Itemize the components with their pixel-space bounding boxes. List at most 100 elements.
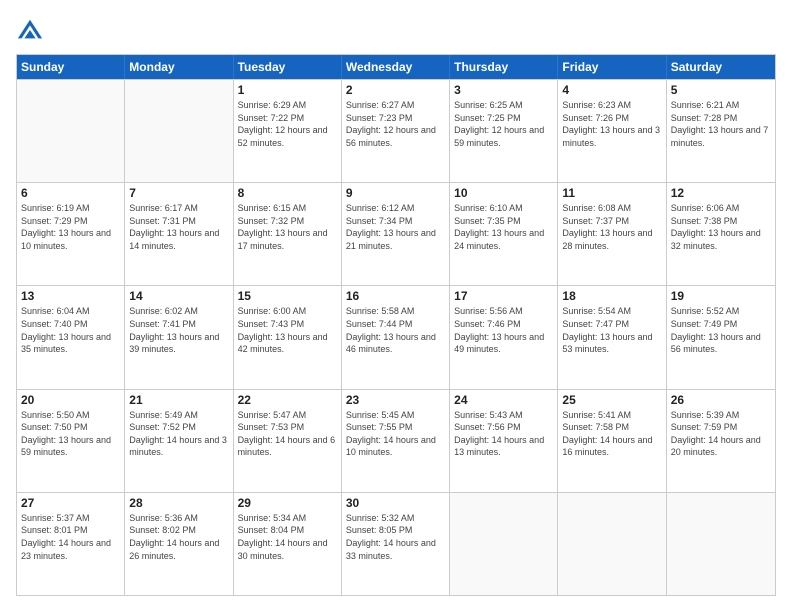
day-number: 13: [21, 289, 120, 303]
calendar-cell: 19Sunrise: 5:52 AMSunset: 7:49 PMDayligh…: [667, 286, 775, 388]
day-info: Sunrise: 5:34 AMSunset: 8:04 PMDaylight:…: [238, 513, 328, 561]
day-info: Sunrise: 5:37 AMSunset: 8:01 PMDaylight:…: [21, 513, 111, 561]
day-number: 20: [21, 393, 120, 407]
calendar-cell: 10 Sunrise: 6:10 AMSunset: 7:35 PMDayligh…: [450, 183, 558, 285]
day-number: 25: [562, 393, 661, 407]
day-number: 19: [671, 289, 771, 303]
day-info: Sunrise: 5:32 AMSunset: 8:05 PMDaylight:…: [346, 513, 436, 561]
calendar-cell: 20 Sunrise: 5:50 AMSunset: 7:50 PMDayligh…: [17, 390, 125, 492]
page: SundayMondayTuesdayWednesdayThursdayFrid…: [0, 0, 792, 612]
day-number: 30: [346, 496, 445, 510]
day-number: 16: [346, 289, 445, 303]
day-number: 22: [238, 393, 337, 407]
calendar-cell: 12 Sunrise: 6:06 AMSunset: 7:38 PMDayligh…: [667, 183, 775, 285]
calendar-week-3: 13 Sunrise: 6:04 AMSunset: 7:40 PMDayligh…: [17, 285, 775, 388]
day-header-sunday: Sunday: [17, 55, 125, 79]
day-number: 28: [129, 496, 228, 510]
day-number: 7: [129, 186, 228, 200]
day-number: 15: [238, 289, 337, 303]
calendar-body: 1Sunrise: 6:29 AMSunset: 7:22 PMDaylight…: [17, 79, 775, 595]
day-number: 29: [238, 496, 337, 510]
header: [16, 16, 776, 44]
day-number: 27: [21, 496, 120, 510]
day-info: Sunrise: 5:50 AMSunset: 7:50 PMDaylight:…: [21, 410, 111, 458]
day-info: Sunrise: 6:04 AMSunset: 7:40 PMDaylight:…: [21, 306, 111, 354]
calendar-cell: 21 Sunrise: 5:49 AMSunset: 7:52 PMDayligh…: [125, 390, 233, 492]
day-info: Sunrise: 6:10 AMSunset: 7:35 PMDaylight:…: [454, 203, 544, 251]
calendar-cell: 1Sunrise: 6:29 AMSunset: 7:22 PMDaylight…: [234, 80, 342, 182]
day-info: Sunrise: 5:56 AMSunset: 7:46 PMDaylight:…: [454, 306, 544, 354]
calendar-cell: 16 Sunrise: 5:58 AMSunset: 7:44 PMDayligh…: [342, 286, 450, 388]
calendar-cell: 8 Sunrise: 6:15 AMSunset: 7:32 PMDaylight…: [234, 183, 342, 285]
calendar-cell: 13 Sunrise: 6:04 AMSunset: 7:40 PMDayligh…: [17, 286, 125, 388]
calendar-cell: [558, 493, 666, 595]
calendar-cell: 11Sunrise: 6:08 AMSunset: 7:37 PMDayligh…: [558, 183, 666, 285]
calendar-cell: 6 Sunrise: 6:19 AMSunset: 7:29 PMDaylight…: [17, 183, 125, 285]
day-info: Sunrise: 6:15 AMSunset: 7:32 PMDaylight:…: [238, 203, 328, 251]
day-info: Sunrise: 6:00 AMSunset: 7:43 PMDaylight:…: [238, 306, 328, 354]
day-info: Sunrise: 5:54 AMSunset: 7:47 PMDaylight:…: [562, 306, 652, 354]
day-number: 23: [346, 393, 445, 407]
calendar-cell: 15 Sunrise: 6:00 AMSunset: 7:43 PMDayligh…: [234, 286, 342, 388]
day-number: 21: [129, 393, 228, 407]
day-number: 12: [671, 186, 771, 200]
calendar-cell: 3 Sunrise: 6:25 AMSunset: 7:25 PMDaylight…: [450, 80, 558, 182]
calendar: SundayMondayTuesdayWednesdayThursdayFrid…: [16, 54, 776, 596]
day-info: Sunrise: 6:17 AMSunset: 7:31 PMDaylight:…: [129, 203, 219, 251]
calendar-cell: 27 Sunrise: 5:37 AMSunset: 8:01 PMDayligh…: [17, 493, 125, 595]
day-number: 3: [454, 83, 553, 97]
day-info: Sunrise: 5:58 AMSunset: 7:44 PMDaylight:…: [346, 306, 436, 354]
calendar-cell: 29 Sunrise: 5:34 AMSunset: 8:04 PMDayligh…: [234, 493, 342, 595]
calendar-cell: [450, 493, 558, 595]
day-info: Sunrise: 6:25 AMSunset: 7:25 PMDaylight:…: [454, 100, 544, 148]
day-info: Sunrise: 5:39 AMSunset: 7:59 PMDaylight:…: [671, 410, 761, 458]
day-number: 6: [21, 186, 120, 200]
day-header-saturday: Saturday: [667, 55, 775, 79]
day-info: Sunrise: 6:06 AMSunset: 7:38 PMDaylight:…: [671, 203, 761, 251]
day-number: 2: [346, 83, 445, 97]
day-info: Sunrise: 5:41 AMSunset: 7:58 PMDaylight:…: [562, 410, 652, 458]
day-info: Sunrise: 6:02 AMSunset: 7:41 PMDaylight:…: [129, 306, 219, 354]
day-header-wednesday: Wednesday: [342, 55, 450, 79]
day-info: Sunrise: 6:29 AMSunset: 7:22 PMDaylight:…: [238, 100, 328, 148]
day-info: Sunrise: 5:36 AMSunset: 8:02 PMDaylight:…: [129, 513, 219, 561]
calendar-cell: 24Sunrise: 5:43 AMSunset: 7:56 PMDayligh…: [450, 390, 558, 492]
day-number: 5: [671, 83, 771, 97]
calendar-cell: [667, 493, 775, 595]
day-info: Sunrise: 6:12 AMSunset: 7:34 PMDaylight:…: [346, 203, 436, 251]
day-header-monday: Monday: [125, 55, 233, 79]
day-header-tuesday: Tuesday: [234, 55, 342, 79]
day-header-thursday: Thursday: [450, 55, 558, 79]
day-info: Sunrise: 6:19 AMSunset: 7:29 PMDaylight:…: [21, 203, 111, 251]
calendar-cell: 5 Sunrise: 6:21 AMSunset: 7:28 PMDaylight…: [667, 80, 775, 182]
day-info: Sunrise: 5:43 AMSunset: 7:56 PMDaylight:…: [454, 410, 544, 458]
calendar-week-2: 6 Sunrise: 6:19 AMSunset: 7:29 PMDaylight…: [17, 182, 775, 285]
calendar-cell: 22Sunrise: 5:47 AMSunset: 7:53 PMDayligh…: [234, 390, 342, 492]
calendar-week-1: 1Sunrise: 6:29 AMSunset: 7:22 PMDaylight…: [17, 79, 775, 182]
day-info: Sunrise: 5:49 AMSunset: 7:52 PMDaylight:…: [129, 410, 227, 458]
calendar-header: SundayMondayTuesdayWednesdayThursdayFrid…: [17, 55, 775, 79]
calendar-cell: 14 Sunrise: 6:02 AMSunset: 7:41 PMDayligh…: [125, 286, 233, 388]
calendar-cell: 4Sunrise: 6:23 AMSunset: 7:26 PMDaylight…: [558, 80, 666, 182]
day-number: 11: [562, 186, 661, 200]
calendar-cell: 25 Sunrise: 5:41 AMSunset: 7:58 PMDayligh…: [558, 390, 666, 492]
day-number: 14: [129, 289, 228, 303]
day-header-friday: Friday: [558, 55, 666, 79]
calendar-cell: 17Sunrise: 5:56 AMSunset: 7:46 PMDayligh…: [450, 286, 558, 388]
day-number: 10: [454, 186, 553, 200]
logo: [16, 16, 48, 44]
calendar-cell: 28 Sunrise: 5:36 AMSunset: 8:02 PMDayligh…: [125, 493, 233, 595]
calendar-cell: 26 Sunrise: 5:39 AMSunset: 7:59 PMDayligh…: [667, 390, 775, 492]
calendar-cell: 9Sunrise: 6:12 AMSunset: 7:34 PMDaylight…: [342, 183, 450, 285]
calendar-week-5: 27 Sunrise: 5:37 AMSunset: 8:01 PMDayligh…: [17, 492, 775, 595]
day-info: Sunrise: 6:27 AMSunset: 7:23 PMDaylight:…: [346, 100, 436, 148]
day-info: Sunrise: 6:21 AMSunset: 7:28 PMDaylight:…: [671, 100, 769, 148]
calendar-cell: 2 Sunrise: 6:27 AMSunset: 7:23 PMDaylight…: [342, 80, 450, 182]
day-number: 8: [238, 186, 337, 200]
calendar-cell: 30 Sunrise: 5:32 AMSunset: 8:05 PMDayligh…: [342, 493, 450, 595]
calendar-week-4: 20 Sunrise: 5:50 AMSunset: 7:50 PMDayligh…: [17, 389, 775, 492]
day-number: 26: [671, 393, 771, 407]
day-number: 4: [562, 83, 661, 97]
day-info: Sunrise: 5:45 AMSunset: 7:55 PMDaylight:…: [346, 410, 436, 458]
calendar-cell: [125, 80, 233, 182]
